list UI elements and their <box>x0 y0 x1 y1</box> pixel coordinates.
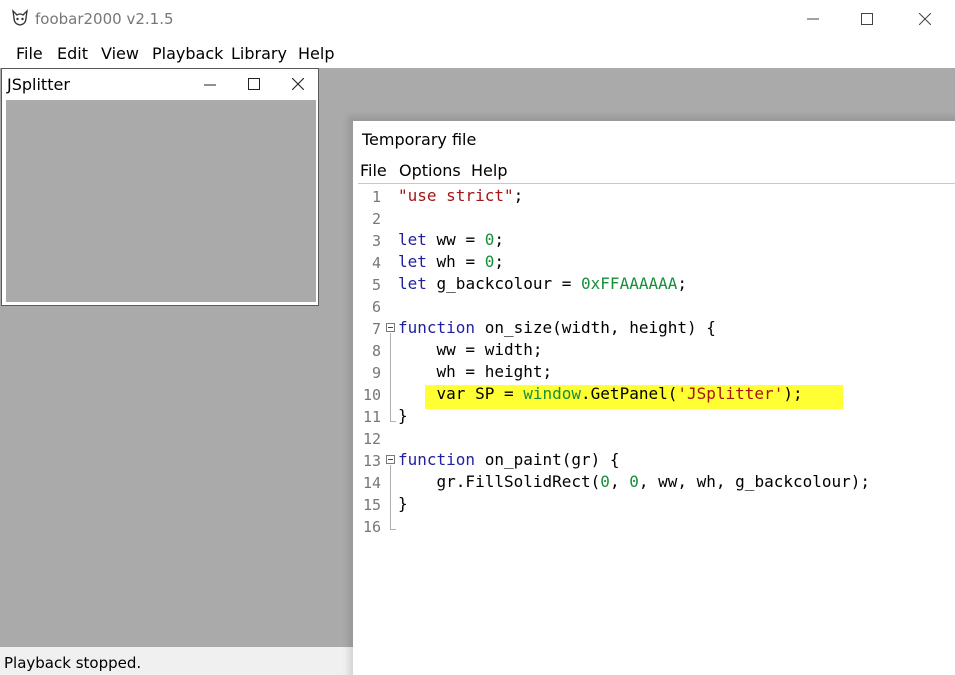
menu-help[interactable]: Help <box>298 44 334 63</box>
line-number: 1 <box>371 188 381 206</box>
code-token: ; <box>677 274 687 293</box>
code-token: , <box>609 472 630 491</box>
line-number: 6 <box>371 298 381 316</box>
code-token: function <box>398 450 476 469</box>
menu-view[interactable]: View <box>101 44 139 63</box>
code-token: wh = <box>426 252 485 271</box>
code-token: .GetPanel( <box>581 384 678 403</box>
code-line: } <box>398 406 408 425</box>
code-line: function on_paint(gr) { <box>398 450 620 469</box>
editor-menu-file[interactable]: File <box>360 161 387 180</box>
code-token: ; <box>494 252 504 271</box>
maximize-icon <box>861 13 873 25</box>
line-number: 7 <box>371 320 381 338</box>
line-number: 10 <box>362 386 381 404</box>
close-icon <box>292 78 304 90</box>
code-token: 0xFFAAAAAA <box>581 274 678 293</box>
main-menubar <box>0 38 955 68</box>
code-token: } <box>398 406 408 425</box>
menu-playback[interactable]: Playback <box>152 44 223 63</box>
line-number: 11 <box>362 408 381 426</box>
line-number: 9 <box>371 364 381 382</box>
code-token: } <box>398 494 408 513</box>
code-line: let wh = 0; <box>398 252 504 271</box>
code-token: function <box>398 318 476 337</box>
code-token: ww = width; <box>398 340 543 359</box>
foobar-cat-icon <box>10 8 30 28</box>
code-line: ww = width; <box>398 340 543 359</box>
jsplitter-client-area <box>6 100 316 302</box>
fold-guide-line <box>390 465 391 530</box>
code-token: 0 <box>484 252 495 271</box>
menu-edit[interactable]: Edit <box>57 44 88 63</box>
code-token: wh = height; <box>398 362 553 381</box>
code-line: } <box>398 494 408 513</box>
code-token: ; <box>494 230 504 249</box>
code-token: ); <box>783 384 803 403</box>
line-number: 13 <box>362 452 381 470</box>
code-token: on_paint(gr) { <box>475 450 620 469</box>
line-number: 4 <box>371 254 381 272</box>
line-number: 15 <box>362 496 381 514</box>
menu-file[interactable]: File <box>16 44 43 63</box>
code-token: let <box>398 230 427 249</box>
app-title: foobar2000 v2.1.5 <box>35 10 174 28</box>
minimize-icon <box>807 18 819 20</box>
line-number: 12 <box>362 430 381 448</box>
foobar2000-window: foobar2000 v2.1.5 File Edit View Playbac… <box>0 0 955 675</box>
maximize-icon <box>248 78 260 90</box>
code-token: ; <box>513 186 524 205</box>
maximize-button[interactable] <box>838 0 896 38</box>
editor-title: Temporary file <box>362 130 477 149</box>
code-token: gr.FillSolidRect( <box>398 472 601 491</box>
code-token: "use strict" <box>398 186 514 205</box>
line-number: 2 <box>371 210 381 228</box>
menu-library[interactable]: Library <box>231 44 287 63</box>
minimize-button[interactable] <box>784 0 842 38</box>
jsplitter-maximize-button[interactable] <box>242 72 266 96</box>
code-line: "use strict"; <box>398 186 523 205</box>
fold-guide-end <box>390 529 396 530</box>
code-line: gr.FillSolidRect(0, 0, ww, wh, g_backcol… <box>398 472 871 491</box>
status-text: Playback stopped. <box>4 654 142 672</box>
code-token: ww = <box>426 230 485 249</box>
code-token: let <box>398 252 427 271</box>
code-line: var SP = window.GetPanel('JSplitter'); <box>398 384 803 403</box>
close-icon <box>919 13 931 25</box>
code-line: function on_size(width, height) { <box>398 318 716 337</box>
code-token: let <box>398 274 427 293</box>
code-token: 0 <box>629 472 639 491</box>
editor-menu-options[interactable]: Options <box>399 161 461 180</box>
jsplitter-minimize-button[interactable] <box>198 72 222 96</box>
code-token: 0 <box>600 472 610 491</box>
code-token: 0 <box>484 230 495 249</box>
editor-menu-help[interactable]: Help <box>471 161 507 180</box>
code-line: let g_backcolour = 0xFFAAAAAA; <box>398 274 687 293</box>
jsplitter-title: JSplitter <box>7 75 70 94</box>
editor-menu-separator <box>358 183 955 184</box>
fold-minus-icon[interactable] <box>386 455 395 464</box>
code-token: 'JSplitter' <box>677 384 784 403</box>
line-number: 3 <box>371 232 381 250</box>
fold-minus-icon[interactable] <box>386 323 395 332</box>
code-token: , ww, wh, g_backcolour); <box>638 472 871 491</box>
code-line: let ww = 0; <box>398 230 504 249</box>
code-token: on_size(width, height) { <box>475 318 716 337</box>
line-number: 14 <box>362 474 381 492</box>
code-token: var SP = <box>398 384 524 403</box>
line-number: 8 <box>371 342 381 360</box>
fold-guide-end <box>390 421 396 422</box>
fold-guide-line <box>390 333 391 422</box>
close-button[interactable] <box>896 0 954 38</box>
minimize-icon <box>204 84 216 86</box>
code-token: g_backcolour = <box>426 274 582 293</box>
line-number: 5 <box>371 276 381 294</box>
line-number: 16 <box>362 518 381 536</box>
jsplitter-close-button[interactable] <box>286 72 310 96</box>
code-token: window <box>523 384 582 403</box>
code-line: wh = height; <box>398 362 553 381</box>
